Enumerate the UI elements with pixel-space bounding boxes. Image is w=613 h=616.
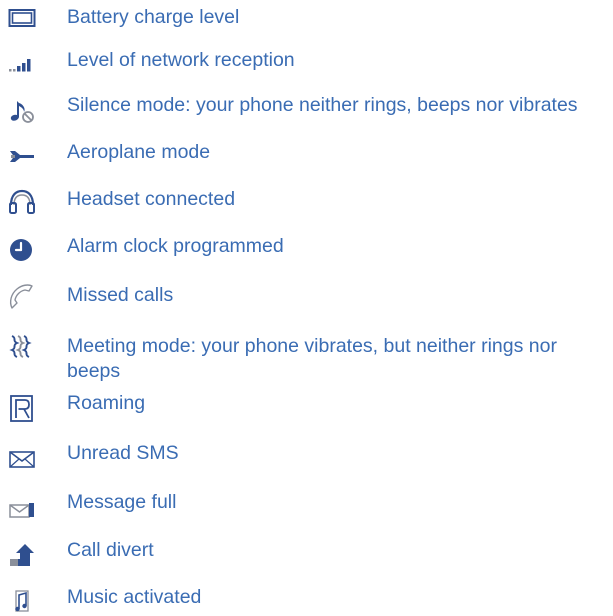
list-item-label: Silence mode: your phone neither rings, … [67, 94, 578, 116]
list-item-label: Aeroplane mode [67, 141, 211, 163]
message-full-icon [8, 495, 36, 523]
music-note-icon [8, 588, 36, 616]
list-item-label: Unread SMS [67, 442, 179, 464]
call-divert-icon [8, 541, 36, 569]
list-item-label: Call divert [67, 539, 154, 561]
vibrate-icon [8, 333, 36, 361]
headset-icon [8, 188, 36, 216]
missed-call-icon [8, 282, 36, 310]
list-item-label: Battery charge level [67, 6, 240, 28]
silent-mode-icon [8, 97, 36, 125]
list-item-label: Missed calls [67, 284, 174, 306]
list-item-label: Music activated [67, 586, 202, 608]
airplane-icon [8, 142, 36, 170]
list-item-label: Alarm clock programmed [67, 235, 284, 257]
roaming-icon [8, 394, 36, 422]
signal-bars-icon [8, 49, 36, 77]
list-item-label: Message full [67, 491, 177, 513]
alarm-clock-icon [8, 235, 36, 263]
list-item-label: Roaming [67, 392, 146, 414]
battery-icon [8, 4, 36, 32]
list-item-label: Level of network reception [67, 49, 295, 71]
list-item-label: Headset connected [67, 188, 236, 210]
list-item-label: Meeting mode: your phone vibrates, but n… [67, 335, 557, 382]
envelope-icon [8, 445, 36, 473]
